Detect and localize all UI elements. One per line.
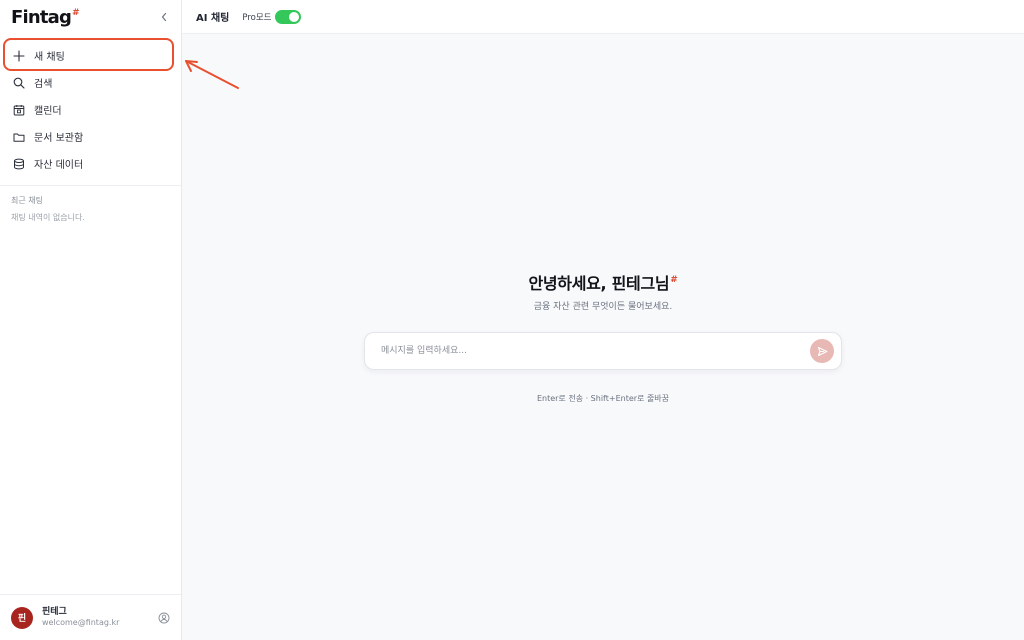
page-title: AI 채팅 <box>196 13 230 24</box>
greeting-mark: # <box>670 275 678 285</box>
sidebar-item-label: 캘린더 <box>34 106 62 117</box>
topbar: AI 채팅 Pro모드 <box>182 0 1024 34</box>
send-button[interactable] <box>810 339 834 363</box>
sidebar-item-label: 새 채팅 <box>34 52 65 63</box>
sidebar-item-asset-data[interactable]: 자산 데이터 <box>0 150 181 177</box>
folder-icon <box>12 130 25 143</box>
sidebar-item-new-chat[interactable]: 새 채팅 <box>0 42 181 69</box>
sidebar-nav: 새 채팅 검색 캘린더 문서 보관함 자산 데이터 <box>0 34 181 177</box>
greeting-title-text: 안녕하세요, 핀테그님 <box>528 274 670 293</box>
logo[interactable]: Fintag# <box>11 6 80 28</box>
user-profile[interactable]: 핀 핀테그 welcome@fintag.kr <box>0 594 181 640</box>
message-input[interactable] <box>379 345 810 357</box>
pro-mode-label: Pro모드 <box>242 12 272 23</box>
keyboard-hint: Enter로 전송 · Shift+Enter로 줄바꿈 <box>536 394 670 403</box>
recent-chats-empty: 채팅 내역이 없습니다. <box>11 213 85 222</box>
user-name: 핀테그 <box>42 606 67 617</box>
greeting: 안녕하세요, 핀테그님# 금융 자산 관련 무엇이든 물어보세요. <box>182 270 1024 312</box>
toggle-knob <box>289 11 300 22</box>
sidebar: Fintag# 새 채팅 검색 캘린더 문서 보관함 자산 데이터 최근 채팅 … <box>0 0 182 640</box>
sidebar-header: Fintag# <box>0 0 181 34</box>
greeting-title: 안녕하세요, 핀테그님# <box>182 270 1024 294</box>
sidebar-item-label: 검색 <box>34 79 53 90</box>
plus-icon <box>12 49 25 62</box>
user-settings-icon[interactable] <box>158 612 170 624</box>
main-panel: AI 채팅 Pro모드 안녕하세요, 핀테그님# 금융 자산 관련 무엇이든 물… <box>182 0 1024 640</box>
app-window: Fintag# 새 채팅 검색 캘린더 문서 보관함 자산 데이터 최근 채팅 … <box>0 0 1024 640</box>
send-icon <box>817 346 827 356</box>
recent-chats: 최근 채팅 채팅 내역이 없습니다. <box>0 186 181 232</box>
sidebar-item-documents[interactable]: 문서 보관함 <box>0 123 181 150</box>
collapse-sidebar-button[interactable] <box>157 10 171 24</box>
sidebar-item-label: 문서 보관함 <box>34 133 84 144</box>
sidebar-item-search[interactable]: 검색 <box>0 69 181 96</box>
avatar: 핀 <box>11 606 33 629</box>
search-icon <box>12 76 25 89</box>
logo-text: Fintag <box>11 6 72 28</box>
logo-mark: # <box>72 7 80 18</box>
calendar-icon <box>12 103 25 116</box>
pro-mode-toggle[interactable] <box>275 9 302 24</box>
sidebar-item-calendar[interactable]: 캘린더 <box>0 96 181 123</box>
user-email: welcome@fintag.kr <box>42 618 120 628</box>
message-composer <box>364 332 842 370</box>
database-icon <box>12 157 25 170</box>
user-info: 핀테그 welcome@fintag.kr <box>42 607 158 628</box>
chevron-left-icon <box>161 12 167 22</box>
recent-chats-title: 최근 채팅 <box>11 196 43 205</box>
sidebar-item-label: 자산 데이터 <box>34 160 84 171</box>
greeting-subtitle: 금융 자산 관련 무엇이든 물어보세요. <box>533 302 673 312</box>
